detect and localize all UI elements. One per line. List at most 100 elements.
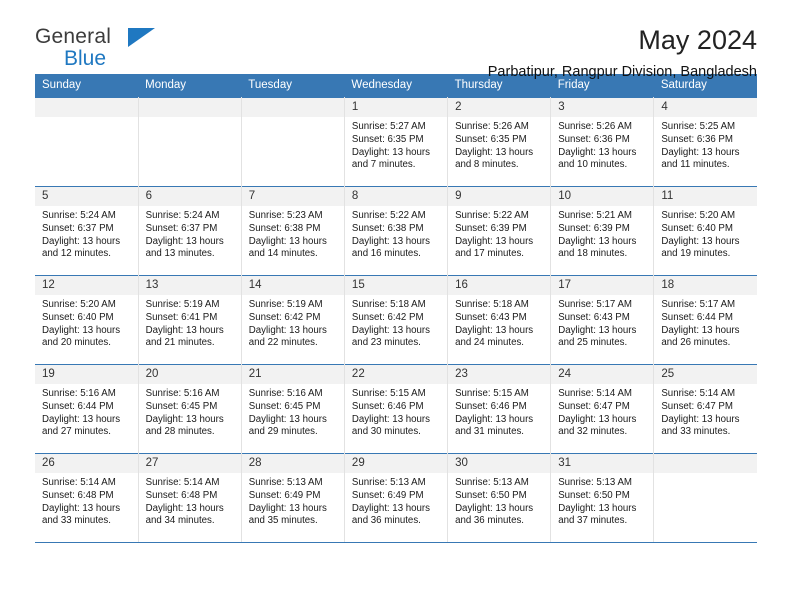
sunset-text: Sunset: 6:40 PM [661,222,733,234]
calendar-day-cell[interactable]: 13 Sunrise: 5:19 AM Sunset: 6:41 PM Dayligh… [138,275,242,365]
calendar-day-cell[interactable]: 7 Sunrise: 5:23 AM Sunset: 6:38 PM Daylight… [241,186,345,276]
sunset-text: Sunset: 6:45 PM [145,400,218,412]
calendar-day-cell[interactable]: 3 Sunrise: 5:26 AM Sunset: 6:36 PM Daylight… [550,97,655,187]
calendar-day-cell[interactable]: 20 Sunrise: 5:16 AM Sunset: 6:45 PM Dayligh… [138,364,242,454]
calendar-day-cell[interactable]: 11 Sunrise: 5:20 AM Sunset: 6:40 PM Dayligh… [653,186,757,276]
calendar-day-cell[interactable]: 28 Sunrise: 5:13 AM Sunset: 6:49 PM Dayligh… [241,453,345,543]
daylight-text: Daylight: 13 hours and 22 minutes. [248,324,327,349]
calendar-day-cell[interactable]: 25 Sunrise: 5:14 AM Sunset: 6:47 PM Dayligh… [653,364,757,454]
calendar-day-cell-empty [241,97,345,187]
sunset-text: Sunset: 6:44 PM [42,400,114,412]
calendar-day-cell[interactable]: 2 Sunrise: 5:26 AM Sunset: 6:35 PM Daylight… [447,97,552,187]
day-number: 3 [551,98,654,117]
calendar-page: General Blue May 2024 Parbatipur, Rangpu… [0,0,792,612]
calendar-day-cell[interactable]: 18 Sunrise: 5:17 AM Sunset: 6:44 PM Dayligh… [653,275,757,365]
day-number: 18 [654,276,757,295]
sunrise-sunset-calendar: Sunday Monday Tuesday Wednesday Thursday… [35,74,757,543]
day-number: 21 [241,365,344,384]
daylight-text: Daylight: 13 hours and 12 minutes. [42,235,121,260]
day-number: 8 [344,187,448,206]
sunrise-text: Sunrise: 5:17 AM [558,299,632,310]
day-details: Sunrise: 5:15 AM Sunset: 6:46 PM Daylight:… [448,384,550,439]
daylight-text: Daylight: 13 hours and 21 minutes. [145,324,224,349]
calendar-day-cell[interactable]: 17 Sunrise: 5:17 AM Sunset: 6:43 PM Dayligh… [550,275,655,365]
sunset-text: Sunset: 6:47 PM [558,400,630,412]
calendar-day-cell[interactable]: 19 Sunrise: 5:16 AM Sunset: 6:44 PM Dayligh… [35,364,139,454]
day-number: 7 [241,187,344,206]
calendar-day-cell[interactable]: 6 Sunrise: 5:24 AM Sunset: 6:37 PM Daylight… [138,186,242,276]
day-details: Sunrise: 5:26 AM Sunset: 6:35 PM Daylight:… [448,117,550,172]
calendar-day-cell[interactable]: 9 Sunrise: 5:22 AM Sunset: 6:39 PM Daylight… [447,186,552,276]
calendar-day-cell[interactable]: 27 Sunrise: 5:14 AM Sunset: 6:48 PM Dayligh… [138,453,242,543]
day-number: 25 [654,365,757,384]
calendar-day-cell[interactable]: 14 Sunrise: 5:19 AM Sunset: 6:42 PM Dayligh… [241,275,345,365]
daylight-text: Daylight: 13 hours and 33 minutes. [42,502,121,527]
sunset-text: Sunset: 6:42 PM [351,311,424,323]
day-details: Sunrise: 5:14 AM Sunset: 6:48 PM Daylight:… [139,473,241,528]
calendar-day-cell[interactable]: 15 Sunrise: 5:18 AM Sunset: 6:42 PM Dayligh… [344,275,449,365]
sunset-text: Sunset: 6:49 PM [351,489,424,501]
sunrise-text: Sunrise: 5:15 AM [455,388,529,399]
calendar-day-cell[interactable]: 29 Sunrise: 5:13 AM Sunset: 6:49 PM Dayligh… [344,453,449,543]
sunrise-text: Sunrise: 5:22 AM [351,210,426,221]
calendar-day-cell[interactable]: 24 Sunrise: 5:14 AM Sunset: 6:47 PM Dayligh… [550,364,655,454]
daylight-text: Daylight: 13 hours and 36 minutes. [455,502,534,527]
calendar-day-cell[interactable]: 21 Sunrise: 5:16 AM Sunset: 6:45 PM Dayligh… [241,364,345,454]
sunset-text: Sunset: 6:48 PM [145,489,218,501]
calendar-week-row: 5 Sunrise: 5:24 AM Sunset: 6:37 PM Daylight… [35,186,757,276]
sunrise-text: Sunrise: 5:13 AM [455,477,529,488]
weekday-header-monday: Monday [138,74,242,98]
calendar-day-cell[interactable]: 1 Sunrise: 5:27 AM Sunset: 6:35 PM Daylight… [344,97,449,187]
calendar-day-cell[interactable]: 10 Sunrise: 5:21 AM Sunset: 6:39 PM Dayligh… [550,186,655,276]
page-title: May 2024 [638,25,757,55]
day-number: 17 [551,276,654,295]
day-number: 29 [344,454,448,473]
calendar-day-cell[interactable]: 4 Sunrise: 5:25 AM Sunset: 6:36 PM Daylight… [653,97,757,187]
page-header: General Blue May 2024 Parbatipur, Rangpu… [35,0,757,80]
calendar-day-cell[interactable]: 5 Sunrise: 5:24 AM Sunset: 6:37 PM Daylight… [35,186,139,276]
calendar-day-cell[interactable]: 26 Sunrise: 5:14 AM Sunset: 6:48 PM Dayligh… [35,453,139,543]
sunset-text: Sunset: 6:48 PM [42,489,114,501]
sunrise-text: Sunrise: 5:22 AM [455,210,529,221]
sunset-text: Sunset: 6:39 PM [455,222,527,234]
day-details: Sunrise: 5:18 AM Sunset: 6:42 PM Daylight:… [345,295,447,350]
daylight-text: Daylight: 13 hours and 34 minutes. [145,502,224,527]
daylight-text: Daylight: 13 hours and 19 minutes. [661,235,740,260]
day-number: 24 [551,365,654,384]
sunrise-text: Sunrise: 5:19 AM [248,299,323,310]
calendar-day-cell[interactable]: 22 Sunrise: 5:15 AM Sunset: 6:46 PM Dayligh… [344,364,449,454]
sunset-text: Sunset: 6:41 PM [145,311,218,323]
sunrise-text: Sunrise: 5:18 AM [351,299,426,310]
title-block: May 2024 Parbatipur, Rangpur Division, B… [488,24,757,82]
sunrise-text: Sunrise: 5:13 AM [248,477,323,488]
day-details: Sunrise: 5:14 AM Sunset: 6:47 PM Daylight:… [654,384,757,439]
daylight-text: Daylight: 13 hours and 27 minutes. [42,413,121,438]
day-number: 20 [138,365,241,384]
calendar-day-cell[interactable]: 31 Sunrise: 5:13 AM Sunset: 6:50 PM Dayligh… [550,453,655,543]
calendar-day-cell[interactable]: 12 Sunrise: 5:20 AM Sunset: 6:40 PM Dayligh… [35,275,139,365]
daylight-text: Daylight: 13 hours and 28 minutes. [145,413,224,438]
calendar-day-cell[interactable]: 8 Sunrise: 5:22 AM Sunset: 6:38 PM Daylight… [344,186,449,276]
sunrise-text: Sunrise: 5:26 AM [455,121,529,132]
sunrise-text: Sunrise: 5:16 AM [248,388,323,399]
calendar-day-cell[interactable]: 30 Sunrise: 5:13 AM Sunset: 6:50 PM Dayligh… [447,453,552,543]
sunrise-text: Sunrise: 5:13 AM [558,477,632,488]
generalblue-logo[interactable]: General Blue [35,26,235,74]
sunset-text: Sunset: 6:43 PM [558,311,630,323]
daylight-text: Daylight: 13 hours and 33 minutes. [661,413,740,438]
day-number: 13 [138,276,241,295]
day-details: Sunrise: 5:17 AM Sunset: 6:43 PM Daylight:… [551,295,653,350]
daylight-text: Daylight: 13 hours and 37 minutes. [558,502,637,527]
triangle-icon [128,28,155,47]
sunrise-text: Sunrise: 5:18 AM [455,299,529,310]
sunrise-text: Sunrise: 5:19 AM [145,299,220,310]
sunset-text: Sunset: 6:42 PM [248,311,321,323]
calendar-day-cell[interactable]: 16 Sunrise: 5:18 AM Sunset: 6:43 PM Dayligh… [447,275,552,365]
sunset-text: Sunset: 6:43 PM [455,311,527,323]
sunset-text: Sunset: 6:49 PM [248,489,321,501]
day-details: Sunrise: 5:13 AM Sunset: 6:49 PM Daylight:… [345,473,447,528]
day-details: Sunrise: 5:20 AM Sunset: 6:40 PM Daylight:… [654,206,757,261]
day-number [241,98,344,117]
sunrise-text: Sunrise: 5:15 AM [351,388,426,399]
calendar-day-cell[interactable]: 23 Sunrise: 5:15 AM Sunset: 6:46 PM Dayligh… [447,364,552,454]
